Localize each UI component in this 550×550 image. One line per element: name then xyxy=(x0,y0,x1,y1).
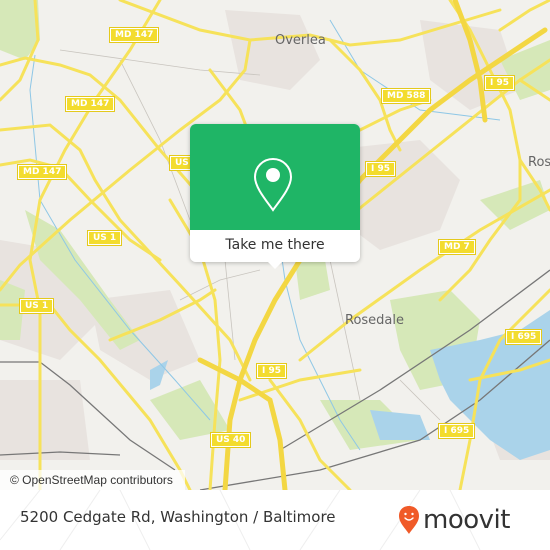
location-pin-icon xyxy=(253,157,293,212)
popup-header xyxy=(190,124,360,230)
road-shield-md147: MD 147 xyxy=(108,27,160,43)
take-me-there-button[interactable]: Take me there xyxy=(190,230,360,262)
place-label-rosedale: Rosedale xyxy=(345,313,405,328)
road-shield-i95: I 95 xyxy=(255,363,288,379)
road-shield-i95: I 95 xyxy=(364,161,397,177)
place-label-overlea: Overlea xyxy=(275,33,326,48)
location-popup[interactable]: Take me there xyxy=(190,124,360,269)
moovit-pin-icon xyxy=(399,506,419,534)
road-shield-md588: MD 588 xyxy=(380,88,432,104)
road-shield-us40: US 40 xyxy=(209,432,252,448)
road-shield-i95: I 95 xyxy=(483,75,516,91)
road-shield-us1: US 1 xyxy=(86,230,123,246)
map-attribution[interactable]: © OpenStreetMap contributors xyxy=(0,470,185,490)
road-shield-us1: US 1 xyxy=(18,298,55,314)
popup-pointer xyxy=(267,261,283,269)
address-label: 5200 Cedgate Rd, Washington / Baltimore xyxy=(20,508,336,526)
road-shield-i695: I 695 xyxy=(437,423,476,439)
place-label-rossville: Ros xyxy=(528,155,550,170)
road-shield-md7: MD 7 xyxy=(438,239,476,255)
road-shield-md147: MD 147 xyxy=(16,164,68,180)
moovit-brand-text: moovit xyxy=(423,505,510,535)
road-shield-i695: I 695 xyxy=(504,329,543,345)
moovit-logo: moovit xyxy=(398,500,510,540)
map[interactable]: Overlea Rosedale Ros MD 147 MD 147 MD 14… xyxy=(0,0,550,490)
road-shield-md147: MD 147 xyxy=(64,96,116,112)
footer: 5200 Cedgate Rd, Washington / Baltimore … xyxy=(0,490,550,550)
